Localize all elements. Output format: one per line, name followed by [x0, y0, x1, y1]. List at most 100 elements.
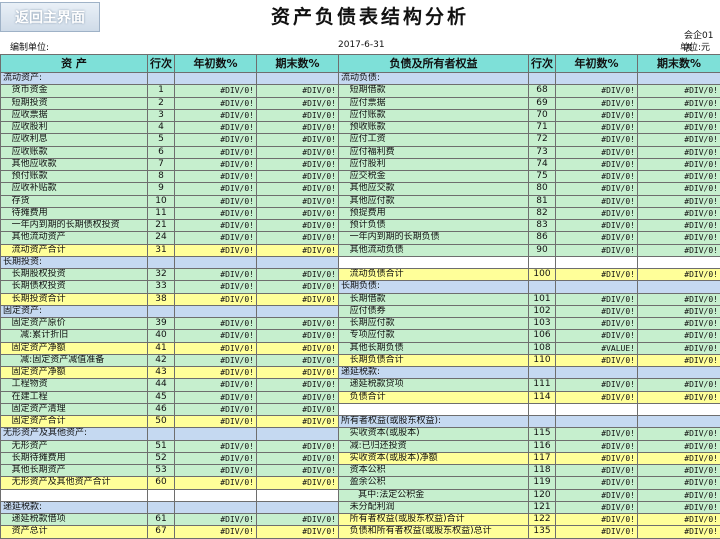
asset-line-no-cell[interactable]: 8 — [148, 171, 175, 183]
asset-end-pct-cell[interactable]: #DIV/0! — [257, 354, 339, 366]
asset-line-no-cell[interactable] — [148, 489, 175, 501]
asset-line-no-cell[interactable]: 9 — [148, 183, 175, 195]
liability-begin-pct-cell[interactable]: #DIV/0! — [556, 354, 638, 366]
asset-end-pct-cell[interactable]: #DIV/0! — [257, 97, 339, 109]
liability-begin-pct-cell[interactable]: #DIV/0! — [556, 318, 638, 330]
liability-name-cell[interactable]: 应付债券 — [339, 305, 529, 317]
liability-end-pct-cell[interactable]: #DIV/0! — [638, 489, 720, 501]
asset-name-cell[interactable]: 流动资产合计 — [1, 244, 148, 256]
liability-line-no-cell[interactable] — [529, 73, 556, 85]
liability-name-cell[interactable]: 应付账款 — [339, 109, 529, 121]
asset-end-pct-cell[interactable]: #DIV/0! — [257, 269, 339, 281]
asset-end-pct-cell[interactable]: #DIV/0! — [257, 85, 339, 97]
asset-begin-pct-cell[interactable]: #DIV/0! — [175, 391, 257, 403]
asset-begin-pct-cell[interactable] — [175, 501, 257, 513]
asset-begin-pct-cell[interactable]: #DIV/0! — [175, 465, 257, 477]
asset-name-cell[interactable]: 货币资金 — [1, 85, 148, 97]
liability-begin-pct-cell[interactable]: #DIV/0! — [556, 514, 638, 526]
liability-end-pct-cell[interactable]: #DIV/0! — [638, 122, 720, 134]
liability-end-pct-cell[interactable]: #DIV/0! — [638, 318, 720, 330]
liability-name-cell[interactable] — [339, 403, 529, 415]
liability-end-pct-cell[interactable]: #DIV/0! — [638, 293, 720, 305]
liability-line-no-cell[interactable]: 70 — [529, 109, 556, 121]
asset-line-no-cell[interactable]: 10 — [148, 195, 175, 207]
asset-line-no-cell[interactable]: 5 — [148, 134, 175, 146]
asset-begin-pct-cell[interactable]: #DIV/0! — [175, 195, 257, 207]
liability-end-pct-cell[interactable]: #DIV/0! — [638, 354, 720, 366]
liability-line-no-cell[interactable]: 81 — [529, 195, 556, 207]
asset-name-cell[interactable]: 待摊费用 — [1, 207, 148, 219]
liability-begin-pct-cell[interactable]: #DIV/0! — [556, 428, 638, 440]
asset-name-cell[interactable]: 减:累计折旧 — [1, 330, 148, 342]
liability-end-pct-cell[interactable]: #DIV/0! — [638, 146, 720, 158]
liability-line-no-cell[interactable]: 73 — [529, 146, 556, 158]
asset-end-pct-cell[interactable]: #DIV/0! — [257, 281, 339, 293]
liability-name-cell[interactable]: 实收资本(或股本)净额 — [339, 452, 529, 464]
liability-line-no-cell[interactable]: 115 — [529, 428, 556, 440]
asset-begin-pct-cell[interactable]: #DIV/0! — [175, 281, 257, 293]
asset-name-cell[interactable]: 长期待摊费用 — [1, 452, 148, 464]
liability-begin-pct-cell[interactable]: #DIV/0! — [556, 391, 638, 403]
liability-name-cell[interactable]: 预计负债 — [339, 220, 529, 232]
liability-begin-pct-cell[interactable]: #DIV/0! — [556, 244, 638, 256]
liability-name-cell[interactable]: 其中:法定公积金 — [339, 489, 529, 501]
liability-end-pct-cell[interactable]: #DIV/0! — [638, 195, 720, 207]
liability-line-no-cell[interactable]: 71 — [529, 122, 556, 134]
asset-begin-pct-cell[interactable]: #DIV/0! — [175, 514, 257, 526]
asset-end-pct-cell[interactable]: #DIV/0! — [257, 158, 339, 170]
asset-begin-pct-cell[interactable]: #DIV/0! — [175, 367, 257, 379]
liability-name-cell[interactable]: 长期借款 — [339, 293, 529, 305]
asset-line-no-cell[interactable] — [148, 256, 175, 268]
liability-end-pct-cell[interactable]: #DIV/0! — [638, 305, 720, 317]
asset-end-pct-cell[interactable] — [257, 501, 339, 513]
liability-name-cell[interactable]: 其他应付款 — [339, 195, 529, 207]
asset-name-cell[interactable]: 应收股利 — [1, 122, 148, 134]
asset-name-cell[interactable]: 预付账款 — [1, 171, 148, 183]
liability-line-no-cell[interactable]: 80 — [529, 183, 556, 195]
liability-name-cell[interactable]: 负债和所有者权益(或股东权益)总计 — [339, 526, 529, 538]
asset-begin-pct-cell[interactable]: #DIV/0! — [175, 207, 257, 219]
liability-name-cell[interactable]: 应付股利 — [339, 158, 529, 170]
asset-begin-pct-cell[interactable] — [175, 489, 257, 501]
asset-begin-pct-cell[interactable]: #DIV/0! — [175, 134, 257, 146]
asset-end-pct-cell[interactable]: #DIV/0! — [257, 134, 339, 146]
asset-begin-pct-cell[interactable]: #DIV/0! — [175, 293, 257, 305]
liability-end-pct-cell[interactable] — [638, 73, 720, 85]
asset-line-no-cell[interactable]: 21 — [148, 220, 175, 232]
liability-begin-pct-cell[interactable] — [556, 73, 638, 85]
asset-begin-pct-cell[interactable] — [175, 73, 257, 85]
liability-begin-pct-cell[interactable]: #DIV/0! — [556, 501, 638, 513]
back-to-main-button[interactable]: 返回主界面 — [0, 2, 100, 32]
asset-name-cell[interactable]: 递延税款: — [1, 501, 148, 513]
asset-name-cell[interactable]: 长期投资合计 — [1, 293, 148, 305]
liability-begin-pct-cell[interactable] — [556, 367, 638, 379]
asset-begin-pct-cell[interactable]: #DIV/0! — [175, 269, 257, 281]
asset-begin-pct-cell[interactable]: #DIV/0! — [175, 477, 257, 489]
liability-end-pct-cell[interactable]: #DIV/0! — [638, 452, 720, 464]
liability-begin-pct-cell[interactable]: #DIV/0! — [556, 526, 638, 538]
liability-name-cell[interactable]: 盈余公积 — [339, 477, 529, 489]
liability-begin-pct-cell[interactable] — [556, 416, 638, 428]
liability-name-cell[interactable]: 应付福利费 — [339, 146, 529, 158]
liability-end-pct-cell[interactable]: #DIV/0! — [638, 134, 720, 146]
asset-name-cell[interactable]: 固定资产净额 — [1, 367, 148, 379]
asset-name-cell[interactable]: 工程物资 — [1, 379, 148, 391]
liability-end-pct-cell[interactable]: #DIV/0! — [638, 379, 720, 391]
liability-begin-pct-cell[interactable]: #DIV/0! — [556, 85, 638, 97]
liability-line-no-cell[interactable]: 122 — [529, 514, 556, 526]
asset-end-pct-cell[interactable]: #DIV/0! — [257, 514, 339, 526]
asset-line-no-cell[interactable]: 4 — [148, 122, 175, 134]
liability-begin-pct-cell[interactable]: #DIV/0! — [556, 379, 638, 391]
liability-name-cell[interactable]: 流动负债: — [339, 73, 529, 85]
liability-end-pct-cell[interactable]: #DIV/0! — [638, 428, 720, 440]
liability-line-no-cell[interactable] — [529, 256, 556, 268]
asset-end-pct-cell[interactable]: #DIV/0! — [257, 367, 339, 379]
liability-line-no-cell[interactable]: 118 — [529, 465, 556, 477]
asset-begin-pct-cell[interactable]: #DIV/0! — [175, 452, 257, 464]
asset-end-pct-cell[interactable]: #DIV/0! — [257, 109, 339, 121]
asset-begin-pct-cell[interactable]: #DIV/0! — [175, 158, 257, 170]
liability-line-no-cell[interactable]: 75 — [529, 171, 556, 183]
asset-name-cell[interactable]: 长期股权投资 — [1, 269, 148, 281]
asset-begin-pct-cell[interactable]: #DIV/0! — [175, 244, 257, 256]
asset-name-cell[interactable]: 固定资产合计 — [1, 416, 148, 428]
